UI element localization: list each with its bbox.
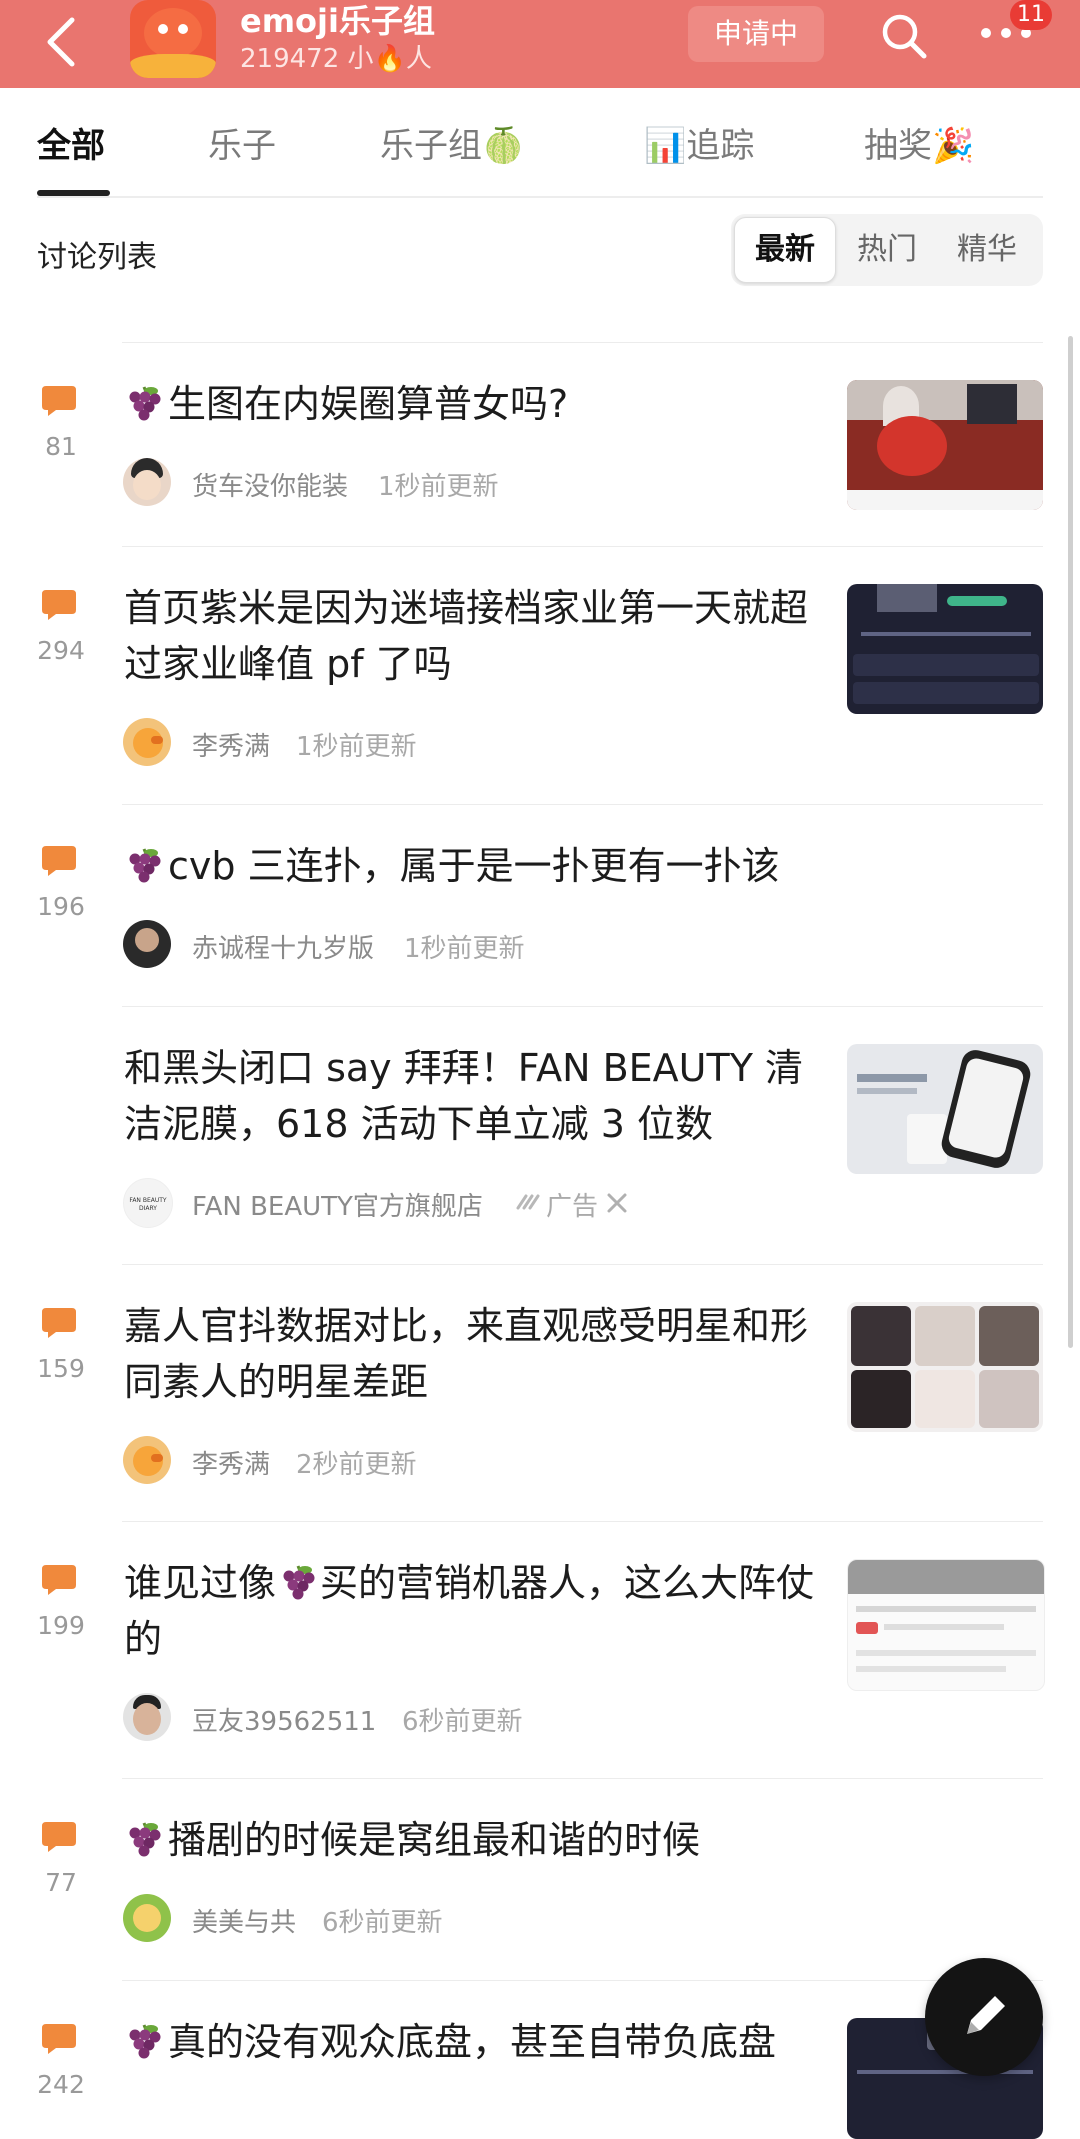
- avatar[interactable]: [123, 1693, 171, 1741]
- divider: [122, 342, 1043, 343]
- post-title[interactable]: 真的没有观众底盘，甚至自带负底盘: [124, 2014, 824, 2070]
- post-title[interactable]: 嘉人官抖数据对比，来直观感受明星和形同素人的明星差距: [124, 1298, 824, 1410]
- sort-hot[interactable]: 热门: [837, 214, 937, 286]
- comment-icon: [42, 1822, 76, 1852]
- author-name[interactable]: 李秀满: [192, 1444, 270, 1481]
- notification-badge: 11: [1010, 0, 1052, 30]
- apply-status-button[interactable]: 申请中: [688, 6, 824, 62]
- post-thumbnail[interactable]: [847, 1559, 1045, 1691]
- update-time: 1秒前更新: [378, 472, 499, 502]
- group-avatar[interactable]: [130, 0, 216, 78]
- comment-icon: [42, 386, 76, 416]
- sort-latest[interactable]: 最新: [734, 217, 836, 283]
- comment-count: 81: [45, 432, 77, 461]
- group-name[interactable]: emoji乐子组: [240, 0, 435, 42]
- avatar[interactable]: [123, 1894, 171, 1942]
- tab-tracking[interactable]: 📊追踪: [644, 118, 754, 167]
- author-name[interactable]: 李秀满: [192, 726, 270, 763]
- divider: [122, 546, 1043, 547]
- divider: [122, 804, 1043, 805]
- brand-logo[interactable]: FAN BEAUTY DIARY: [123, 1178, 173, 1228]
- post-thumbnail[interactable]: [847, 380, 1043, 510]
- close-icon[interactable]: [606, 1192, 628, 1214]
- comment-count: 199: [37, 1611, 85, 1640]
- author-name[interactable]: 豆友39562511: [192, 1701, 376, 1738]
- author-name[interactable]: 美美与共: [192, 1902, 296, 1939]
- sort-featured[interactable]: 精华: [937, 214, 1037, 286]
- grape-icon: [124, 2021, 164, 2061]
- ad-title[interactable]: 和黑头闭口 say 拜拜！FAN BEAUTY 清洁泥膜，618 活动下单立减 …: [124, 1040, 824, 1152]
- update-time: 6秒前更新: [402, 1707, 523, 1737]
- comment-count: 159: [37, 1354, 85, 1383]
- comment-count: 294: [37, 636, 85, 665]
- post-title[interactable]: 首页紫米是因为迷墙接档家业第一天就超过家业峰值 pf 了吗: [124, 580, 824, 692]
- divider: [122, 1006, 1043, 1007]
- update-time: 1秒前更新: [404, 934, 525, 964]
- list-title: 讨论列表: [37, 240, 157, 275]
- grape-icon: [124, 383, 164, 423]
- member-count: 219472 小🔥人: [240, 44, 432, 74]
- post-thumbnail[interactable]: [847, 1302, 1043, 1432]
- tab-lezi-group[interactable]: 乐子组🍈: [380, 118, 524, 167]
- ad-thumbnail[interactable]: [847, 1044, 1043, 1174]
- tab-lottery[interactable]: 抽奖🎉: [864, 118, 974, 167]
- tab-lezi[interactable]: 乐子: [208, 118, 276, 167]
- avatar[interactable]: [123, 458, 171, 506]
- pencil-icon: [967, 1996, 1005, 2034]
- group-header: emoji乐子组 219472 小🔥人 申请中 11: [0, 0, 1080, 88]
- comment-icon: [42, 1565, 76, 1595]
- author-name[interactable]: 货车没你能装: [192, 466, 348, 503]
- advertiser-name[interactable]: FAN BEAUTY官方旗舰店: [192, 1186, 483, 1223]
- tab-all[interactable]: 全部: [37, 118, 105, 167]
- divider: [37, 196, 1043, 198]
- post-title[interactable]: 生图在内娱圈算普女吗?: [124, 376, 568, 432]
- divider: [122, 1521, 1043, 1522]
- avatar[interactable]: [123, 718, 171, 766]
- grape-icon: [124, 845, 164, 885]
- search-icon[interactable]: [880, 12, 928, 60]
- ad-label: 广告: [546, 1192, 599, 1222]
- comment-count: 77: [45, 1868, 77, 1897]
- comment-icon: [42, 2024, 76, 2054]
- sort-segmented-control: 最新 热门 精华: [731, 214, 1043, 286]
- comment-icon: [42, 846, 76, 876]
- update-time: 6秒前更新: [322, 1908, 443, 1938]
- divider: [122, 1980, 1043, 1981]
- comment-icon: [42, 1308, 76, 1338]
- grape-icon: [278, 1562, 318, 1602]
- avatar[interactable]: [123, 1436, 171, 1484]
- comment-count: 196: [37, 892, 85, 921]
- update-time: 2秒前更新: [296, 1450, 417, 1480]
- back-arrow-icon[interactable]: [38, 14, 88, 70]
- ad-icon: [516, 1194, 540, 1210]
- post-thumbnail[interactable]: [847, 584, 1043, 714]
- comment-count: 242: [37, 2070, 85, 2099]
- author-name[interactable]: 赤诚程十九岁版: [192, 928, 374, 965]
- compose-button[interactable]: [925, 1958, 1043, 2076]
- tab-bar: 全部 乐子 乐子组🍈 📊追踪 抽奖🎉: [0, 88, 1080, 196]
- grape-icon: [124, 1819, 164, 1859]
- post-title[interactable]: cvb 三连扑，属于是一扑更有一扑该: [124, 838, 780, 894]
- scrollbar[interactable]: [1068, 336, 1073, 1348]
- post-title[interactable]: 谁见过像 买的营销机器人，这么大阵仗的: [124, 1555, 824, 1667]
- divider: [122, 1778, 1043, 1779]
- update-time: 1秒前更新: [296, 732, 417, 762]
- post-title[interactable]: 播剧的时候是窝组最和谐的时候: [124, 1812, 700, 1868]
- avatar[interactable]: [123, 920, 171, 968]
- comment-icon: [42, 590, 76, 620]
- divider: [122, 1264, 1043, 1265]
